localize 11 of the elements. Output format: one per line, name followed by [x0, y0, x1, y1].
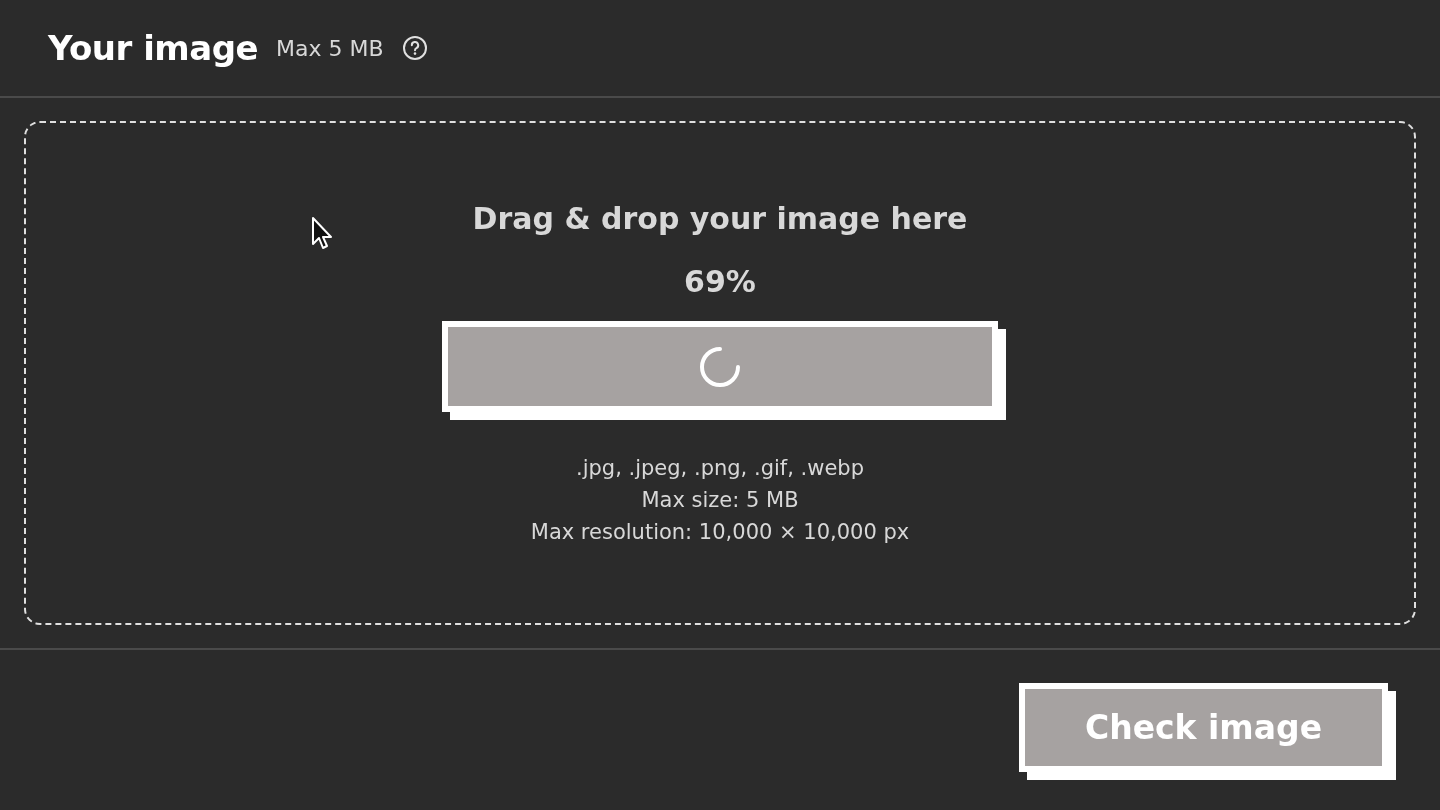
progress-percent: 69%	[684, 264, 756, 299]
cursor-icon	[311, 216, 335, 252]
spinner-icon	[698, 344, 742, 389]
help-icon[interactable]	[401, 35, 428, 61]
drop-heading: Drag & drop your image here	[472, 201, 968, 236]
file-requirement: Max size: 5 MB	[641, 487, 799, 514]
file-requirement: .jpg, .jpeg, .png, .gif, .webp	[576, 455, 864, 482]
size-limit: Max 5 MB	[276, 35, 384, 61]
section-title: Your image	[48, 28, 259, 68]
drop-zone[interactable]: Drag & drop your image here 69% .jpg, .jpeg, .png, .gif, .webp Max size: 5 MB Max resolution: 10,000 × 10,000 px	[24, 121, 1416, 625]
file-requirement: Max resolution: 10,000 × 10,000 px	[530, 519, 910, 546]
